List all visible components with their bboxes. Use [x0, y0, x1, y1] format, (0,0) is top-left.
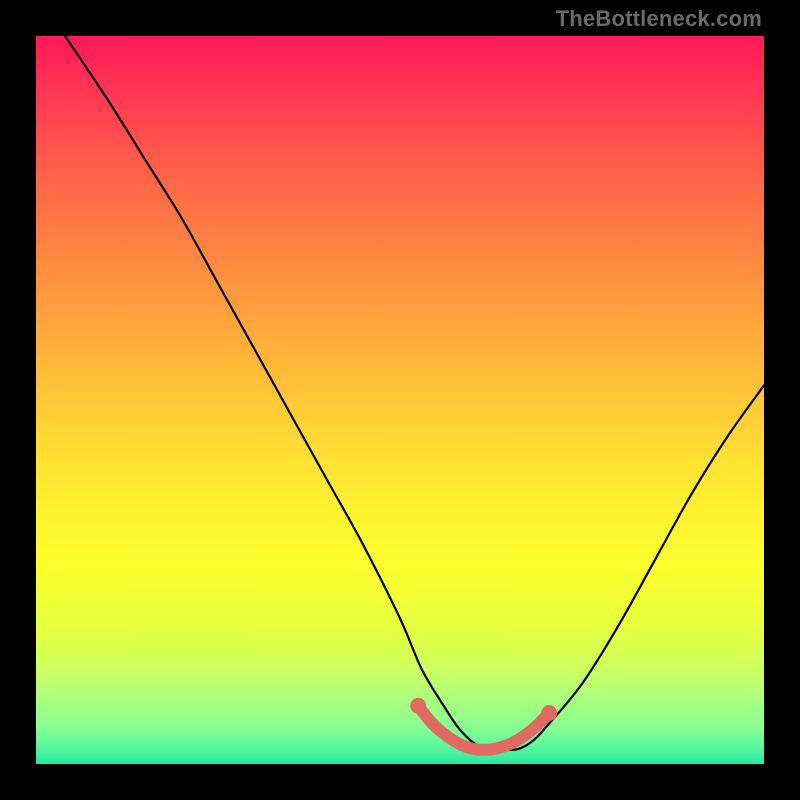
optimal-range-dot	[500, 740, 512, 752]
optimal-range-dot	[456, 739, 468, 751]
optimal-range-dot	[410, 698, 426, 714]
optimal-range-markers	[410, 698, 557, 756]
optimal-range-dot	[514, 733, 526, 745]
optimal-range-dot	[470, 743, 482, 755]
bottleneck-curve	[65, 36, 764, 750]
optimal-range-dot	[485, 743, 497, 755]
optimal-range-dot	[427, 718, 439, 730]
optimal-range-dot	[441, 730, 453, 742]
watermark-text: TheBottleneck.com	[556, 6, 762, 32]
chart-container: TheBottleneck.com	[0, 0, 800, 800]
optimal-range-dot	[529, 722, 541, 734]
optimal-range-dot	[541, 705, 557, 721]
chart-svg	[36, 36, 764, 764]
plot-area	[36, 36, 764, 764]
